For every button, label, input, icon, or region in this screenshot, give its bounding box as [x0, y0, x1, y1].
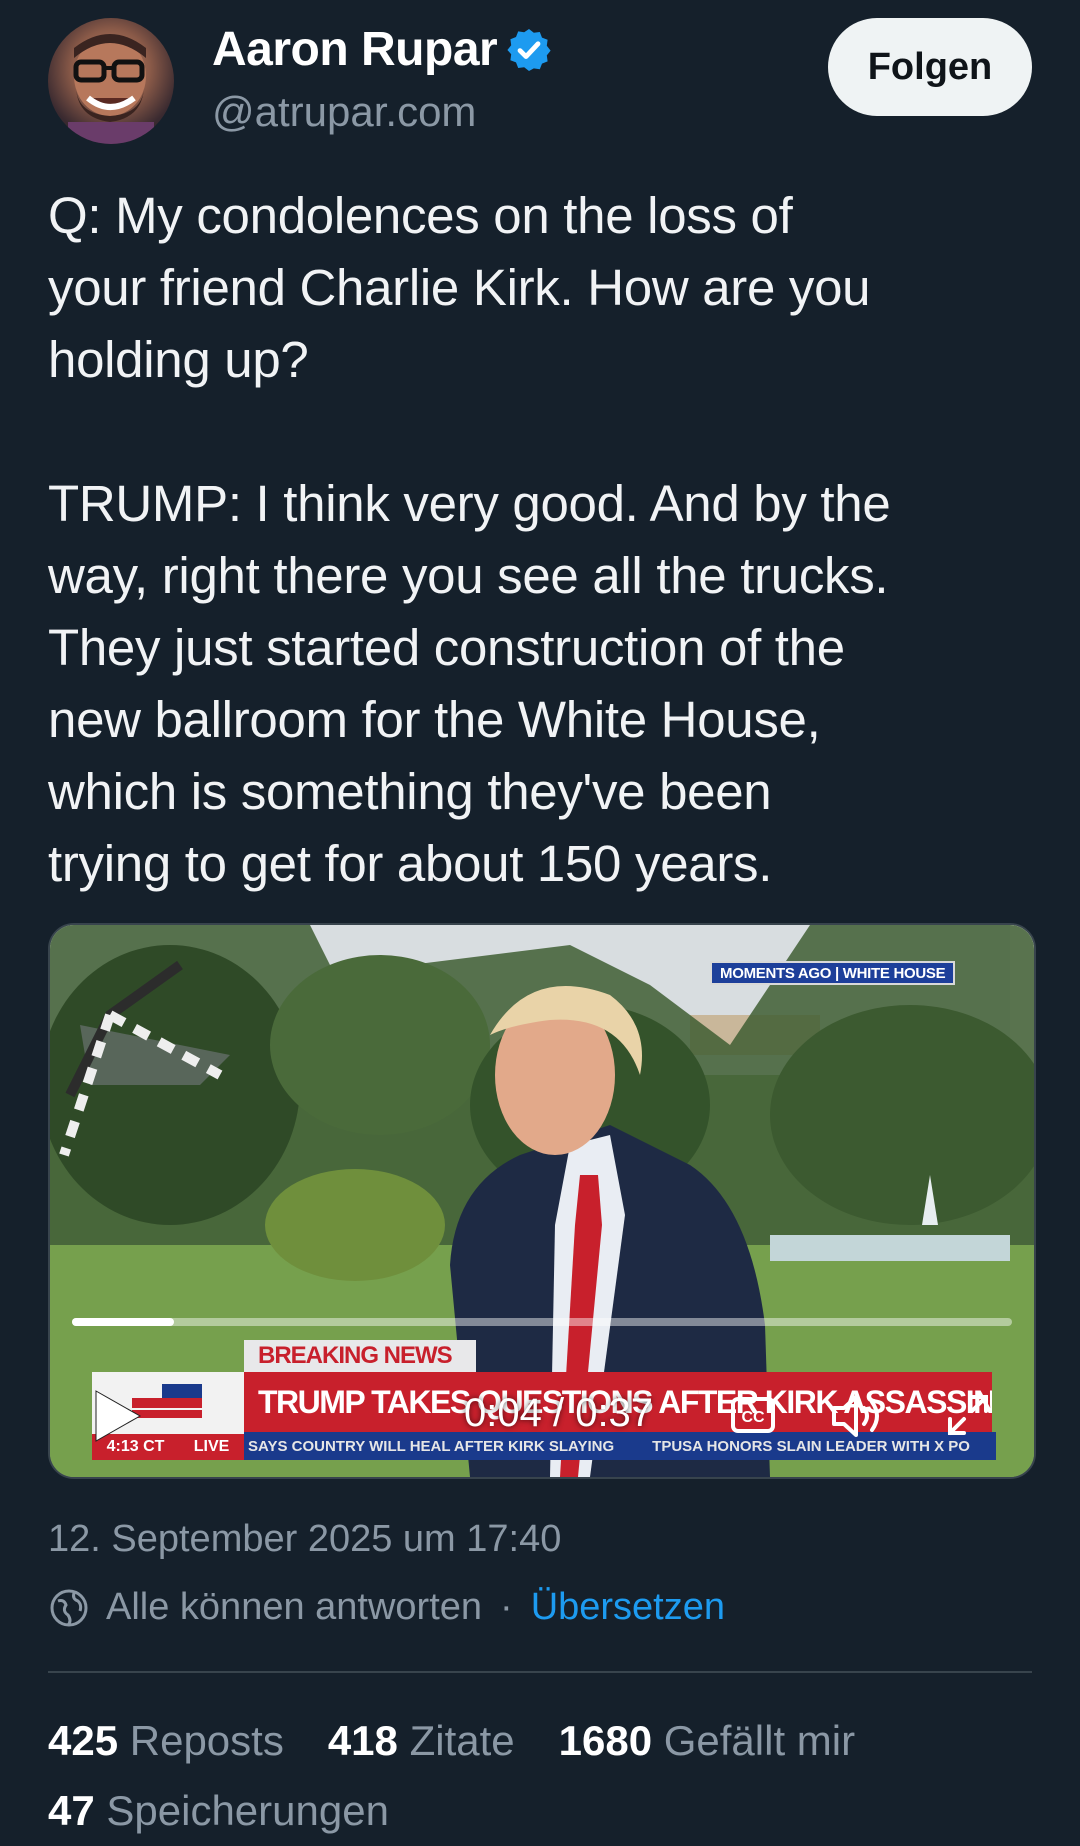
stat-reposts[interactable]: 425 Reposts — [48, 1706, 284, 1776]
globe-icon — [50, 1589, 88, 1626]
stat-count: 418 — [327, 1717, 398, 1764]
verified-badge-icon — [507, 28, 551, 71]
video-progress-fill — [72, 1318, 174, 1326]
volume-icon[interactable] — [830, 1391, 886, 1441]
live-location-badge: MOMENTS AGO | WHITE HOUSE — [710, 961, 956, 985]
svg-text:CC: CC — [741, 1409, 765, 1426]
fullscreen-icon[interactable] — [944, 1391, 992, 1439]
tweet-header: Aaron Rupar @atrupar.com Folgen — [48, 18, 1032, 148]
reply-setting-text: Alle können antworten — [106, 1586, 483, 1628]
stat-count: 425 — [48, 1717, 119, 1764]
video-controls: 0:04 / 0:37 CC — [50, 1365, 1034, 1445]
stat-count: 1680 — [558, 1717, 653, 1764]
stat-label: Speicherungen — [106, 1787, 389, 1834]
author-name-row[interactable]: Aaron Rupar — [212, 22, 553, 77]
avatar[interactable] — [48, 18, 174, 144]
avatar-image — [68, 34, 154, 144]
follow-button[interactable]: Folgen — [828, 18, 1032, 116]
closed-captions-icon[interactable]: CC — [730, 1395, 776, 1435]
video-progress-bar[interactable] — [72, 1318, 1012, 1326]
tweet-timestamp[interactable]: 12. September 2025 um 17:40 — [48, 1518, 561, 1561]
stat-likes[interactable]: 1680 Gefällt mir — [559, 1706, 855, 1776]
stat-bookmarks[interactable]: 47 Speicherungen — [48, 1776, 389, 1846]
stat-label: Gefällt mir — [663, 1717, 856, 1764]
tweet-text: Q: My condolences on the loss of your fr… — [48, 187, 891, 892]
separator-dot: · — [500, 1586, 513, 1628]
stat-count: 47 — [48, 1787, 95, 1834]
stat-quotes[interactable]: 418 Zitate — [328, 1706, 515, 1776]
play-icon[interactable] — [90, 1387, 144, 1445]
author-name[interactable]: Aaron Rupar — [212, 22, 498, 77]
divider — [48, 1671, 1032, 1673]
author-handle[interactable]: @atrupar.com — [212, 88, 476, 136]
stat-label: Zitate — [409, 1717, 515, 1764]
translate-link[interactable]: Übersetzen — [531, 1586, 725, 1629]
engagement-stats: 425 Reposts 418 Zitate 1680 Gefällt mir 47… — [48, 1706, 1038, 1846]
video-time: 0:04 / 0:37 — [464, 1391, 654, 1435]
reply-settings-row: Alle können antworten · Übersetzen — [48, 1586, 725, 1629]
stat-label: Reposts — [129, 1717, 284, 1764]
video-player[interactable]: MOMENTS AGO | WHITE HOUSE BREAKING NEWS … — [48, 923, 1036, 1479]
